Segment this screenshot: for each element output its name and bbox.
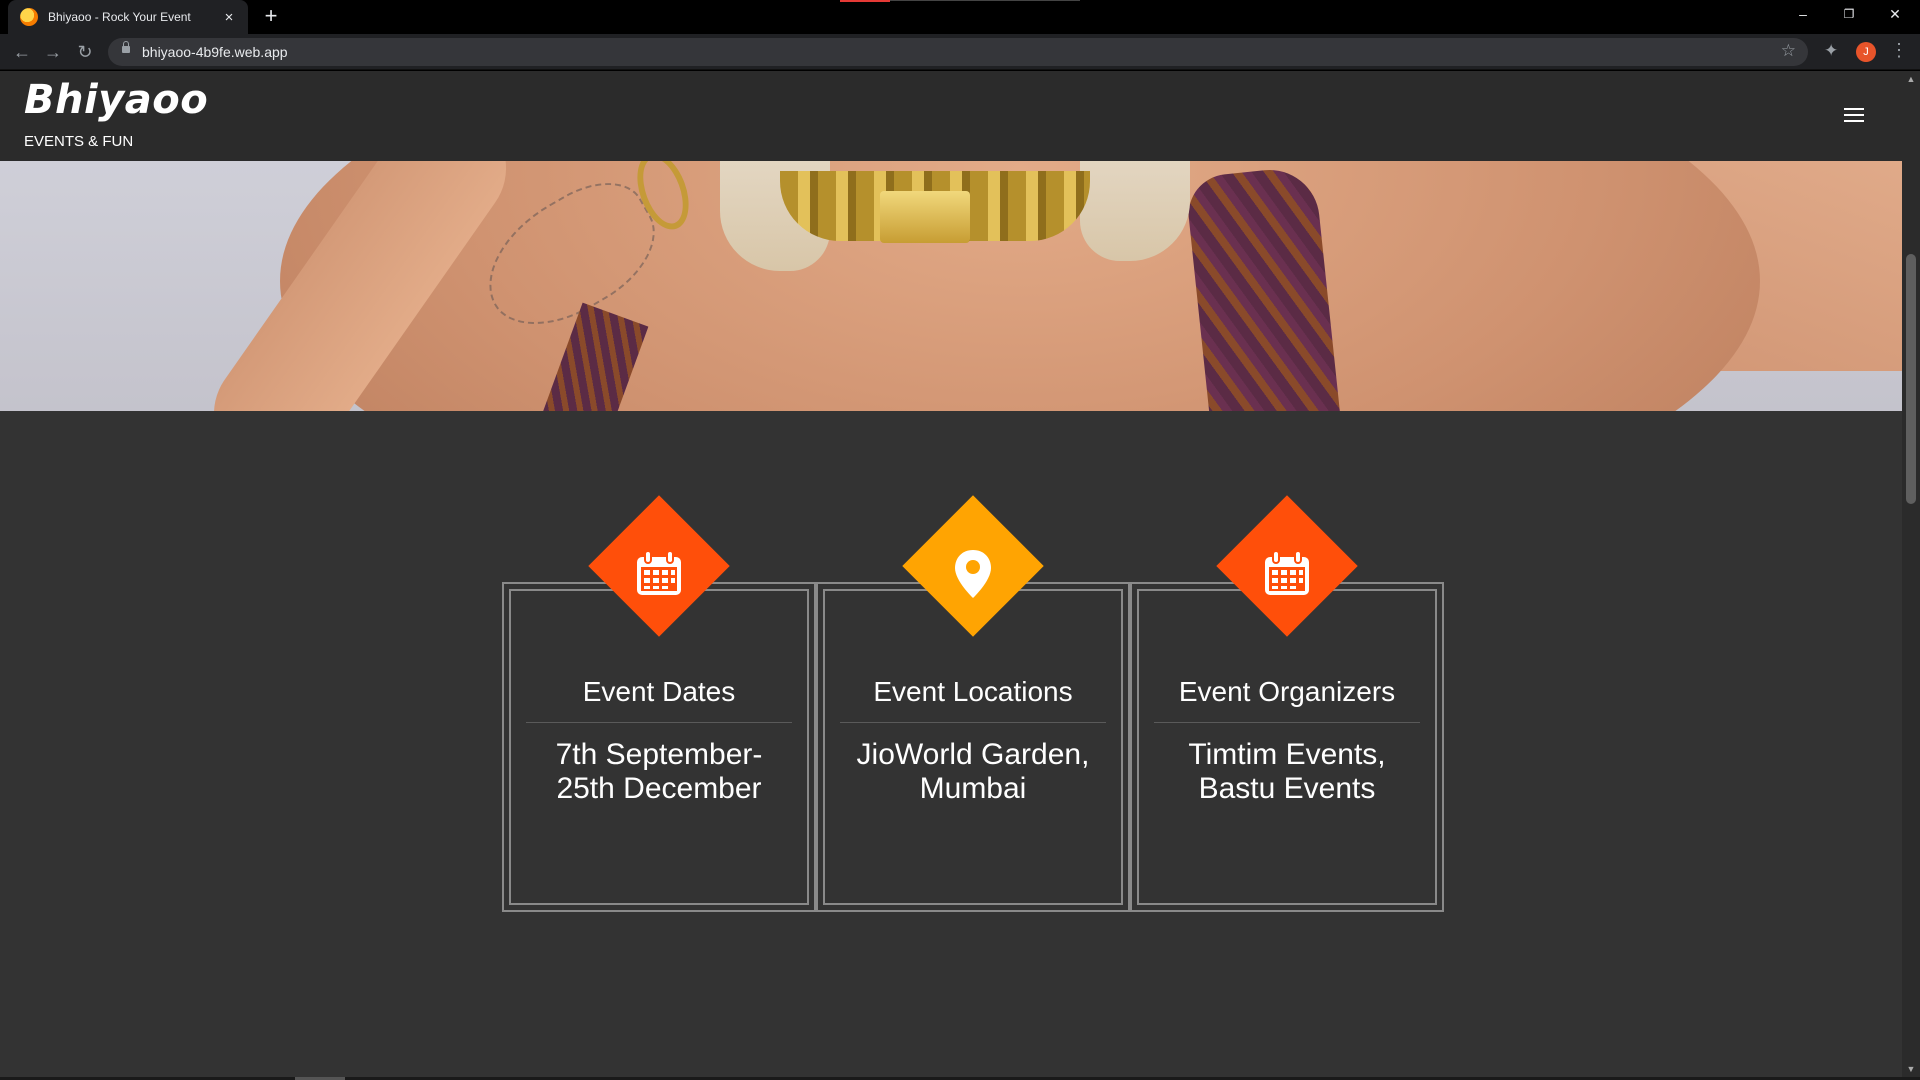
address-bar[interactable]: bhiyaoo-4b9fe.web.app ☆ — [108, 38, 1808, 66]
calendar-icon — [1257, 544, 1317, 604]
browser-toolbar: ← → ↻ bhiyaoo-4b9fe.web.app ☆ ✦ J ⋮ — [0, 34, 1920, 70]
feature-text: JioWorld Garden, Mumbai — [828, 738, 1118, 806]
feature-card-organizers: Event Organizers Timtim Events, Bastu Ev… — [1130, 495, 1444, 912]
feature-card-locations: Event Locations JioWorld Garden, Mumbai — [816, 495, 1130, 912]
extensions-puzzle-icon[interactable]: ✦ — [1824, 41, 1838, 61]
bookmark-star-icon[interactable]: ☆ — [1781, 41, 1796, 61]
feature-text-line1: 7th September- — [555, 738, 763, 771]
feature-title: Event Organizers — [1178, 676, 1396, 707]
tab-title: Bhiyaoo - Rock Your Event — [48, 10, 191, 24]
loading-track — [890, 0, 1080, 1]
browser-menu-icon[interactable]: ⋮ — [1890, 40, 1908, 61]
feature-text-line2: Bastu Events — [1198, 772, 1376, 805]
site-logo[interactable]: Bhiyaoo — [24, 77, 208, 123]
divider — [1154, 722, 1420, 723]
feature-text-line2: Mumbai — [919, 772, 1027, 805]
url-text[interactable]: bhiyaoo-4b9fe.web.app — [142, 44, 288, 60]
back-arrow-icon[interactable]: ← — [10, 40, 34, 64]
feature-text: Timtim Events, Bastu Events — [1142, 738, 1432, 806]
site-favicon-icon — [20, 8, 38, 26]
feature-text: 7th September- 25th December — [514, 738, 804, 806]
browser-tab-strip: Bhiyaoo - Rock Your Event × + – ❐ ✕ — [0, 0, 1920, 34]
feature-text-line1: Timtim Events, — [1188, 738, 1386, 771]
scroll-down-arrow-icon[interactable]: ▼ — [1902, 1061, 1920, 1077]
page-viewport: Bhiyaoo EVENTS & FUN Event Dates 7th Sep… — [0, 71, 1902, 1077]
site-tagline: EVENTS & FUN — [24, 133, 134, 150]
hero-image — [0, 161, 1902, 411]
loading-indicator — [840, 0, 890, 2]
calendar-icon — [629, 544, 689, 604]
forward-arrow-icon[interactable]: → — [41, 40, 65, 64]
new-tab-button[interactable]: + — [258, 4, 284, 30]
site-header: Bhiyaoo EVENTS & FUN — [0, 71, 1902, 161]
hamburger-menu-icon[interactable] — [1844, 108, 1864, 124]
scroll-up-arrow-icon[interactable]: ▲ — [1902, 71, 1920, 87]
feature-text-line1: JioWorld Garden, — [856, 738, 1090, 771]
feature-title: Event Dates — [582, 676, 736, 707]
location-pin-icon — [943, 544, 1003, 604]
reload-icon[interactable]: ↻ — [73, 40, 97, 64]
minimize-button[interactable]: – — [1780, 0, 1826, 30]
restore-button[interactable]: ❐ — [1826, 0, 1872, 30]
scrollbar-thumb[interactable] — [1906, 254, 1916, 504]
close-window-button[interactable]: ✕ — [1872, 0, 1918, 30]
divider — [840, 722, 1106, 723]
event-features: Event Dates 7th September- 25th December… — [502, 495, 1444, 912]
lock-icon — [122, 41, 130, 53]
feature-card-dates: Event Dates 7th September- 25th December — [502, 495, 816, 912]
browser-tab[interactable]: Bhiyaoo - Rock Your Event × — [8, 0, 248, 34]
divider — [526, 722, 792, 723]
profile-avatar[interactable]: J — [1856, 42, 1876, 62]
vertical-scrollbar[interactable]: ▲ ▼ — [1902, 71, 1920, 1077]
close-tab-icon[interactable]: × — [220, 9, 238, 26]
feature-text-line2: 25th December — [556, 772, 762, 805]
feature-title: Event Locations — [873, 676, 1073, 707]
